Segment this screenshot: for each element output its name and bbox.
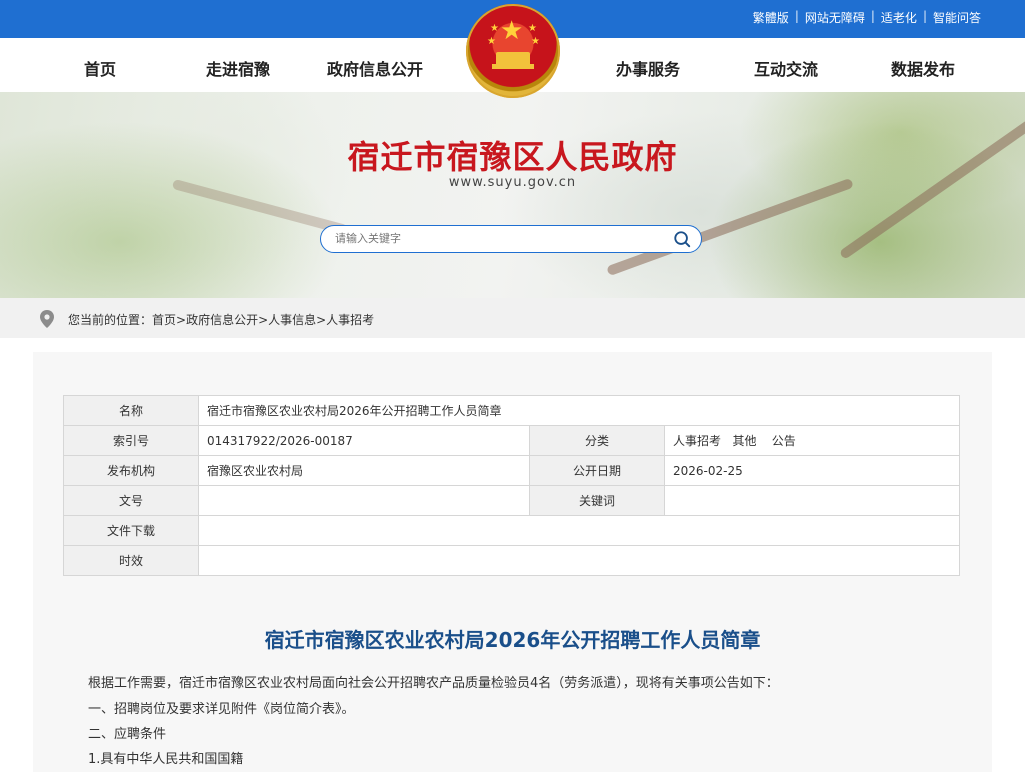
nav-item-gov-info[interactable]: 政府信息公开 [315,56,435,80]
nav-item-data-release[interactable]: 数据发布 [863,56,983,80]
separator: | [870,9,875,23]
nav-item-interaction[interactable]: 互动交流 [726,56,846,80]
article-title: 宿迁市宿豫区农业农村局2026年公开招聘工作人员简章 [264,628,761,652]
meta-value-docno [198,485,530,516]
link-smart-qa[interactable]: 智能问答 [933,9,981,26]
breadcrumb-prefix: 您当前的位置： [68,313,153,327]
separator: | [922,9,927,23]
link-elderly-mode[interactable]: 适老化 [881,9,917,26]
meta-value-download[interactable] [198,515,960,546]
meta-value-date: 2026-02-25 [664,455,960,486]
meta-value-category: 人事招考 其他 公告 [664,425,960,456]
site-url: www.suyu.gov.cn [448,175,577,190]
meta-label-date: 公开日期 [529,455,665,486]
nav-item-services[interactable]: 办事服务 [588,56,708,80]
star-icon: ★ [490,23,499,34]
star-icon: ★ [487,36,496,47]
breadcrumb-text: 您当前的位置：首页>政府信息公开>人事信息>人事招考 [68,311,374,328]
breadcrumb-path[interactable]: 首页>政府信息公开>人事信息>人事招考 [152,313,374,327]
top-links: 繁體版 | 网站无障碍 | 适老化 | 智能问答 [753,9,981,26]
nav-item-home[interactable]: 首页 [40,56,160,80]
meta-label-docno: 文号 [63,485,199,516]
star-icon: ★ [528,23,537,34]
star-icon: ★ [531,36,540,47]
meta-label-keywords: 关键词 [529,485,665,516]
meta-value-index: 014317922/2026-00187 [198,425,530,456]
meta-value-keywords [664,485,960,516]
article-paragraph: 1.具有中华人民共和国国籍 [88,752,244,767]
search-input[interactable] [333,231,657,246]
breadcrumb: 您当前的位置：首页>政府信息公开>人事信息>人事招考 [0,298,1025,338]
link-traditional-chinese[interactable]: 繁體版 [753,9,789,26]
banner: 宿迁市宿豫区人民政府 www.suyu.gov.cn [0,92,1025,298]
site-title: 宿迁市宿豫区人民政府 [347,138,678,176]
meta-value-validity [198,545,960,576]
link-accessibility[interactable]: 网站无障碍 [805,9,865,26]
search-icon[interactable] [673,230,691,248]
meta-label-publisher: 发布机构 [63,455,199,486]
national-emblem-icon[interactable]: ★ ★ ★ ★ ★ [466,4,560,98]
search-box [320,225,702,253]
meta-label-index: 索引号 [63,425,199,456]
article-paragraph: 根据工作需要，宿迁市宿豫区农业农村局面向社会公开招聘农产品质量检验员4名（劳务派… [88,676,779,691]
meta-label-download: 文件下载 [63,515,199,546]
tiananmen-base [492,64,534,69]
meta-label-name: 名称 [63,395,199,426]
metadata-table: 名称 宿迁市宿豫区农业农村局2026年公开招聘工作人员简章 索引号 014317… [63,395,960,576]
meta-label-validity: 时效 [63,545,199,576]
location-pin-icon [40,310,54,328]
meta-label-category: 分类 [529,425,665,456]
star-icon: ★ [500,16,524,46]
article-paragraph: 一、招聘岗位及要求详见附件《岗位简介表》。 [88,702,355,717]
separator: | [794,9,799,23]
nav-item-about-suyu[interactable]: 走进宿豫 [178,56,298,80]
meta-value-name: 宿迁市宿豫区农业农村局2026年公开招聘工作人员简章 [198,395,960,426]
article-paragraph: 二、应聘条件 [88,727,167,742]
meta-value-publisher: 宿豫区农业农村局 [198,455,530,486]
